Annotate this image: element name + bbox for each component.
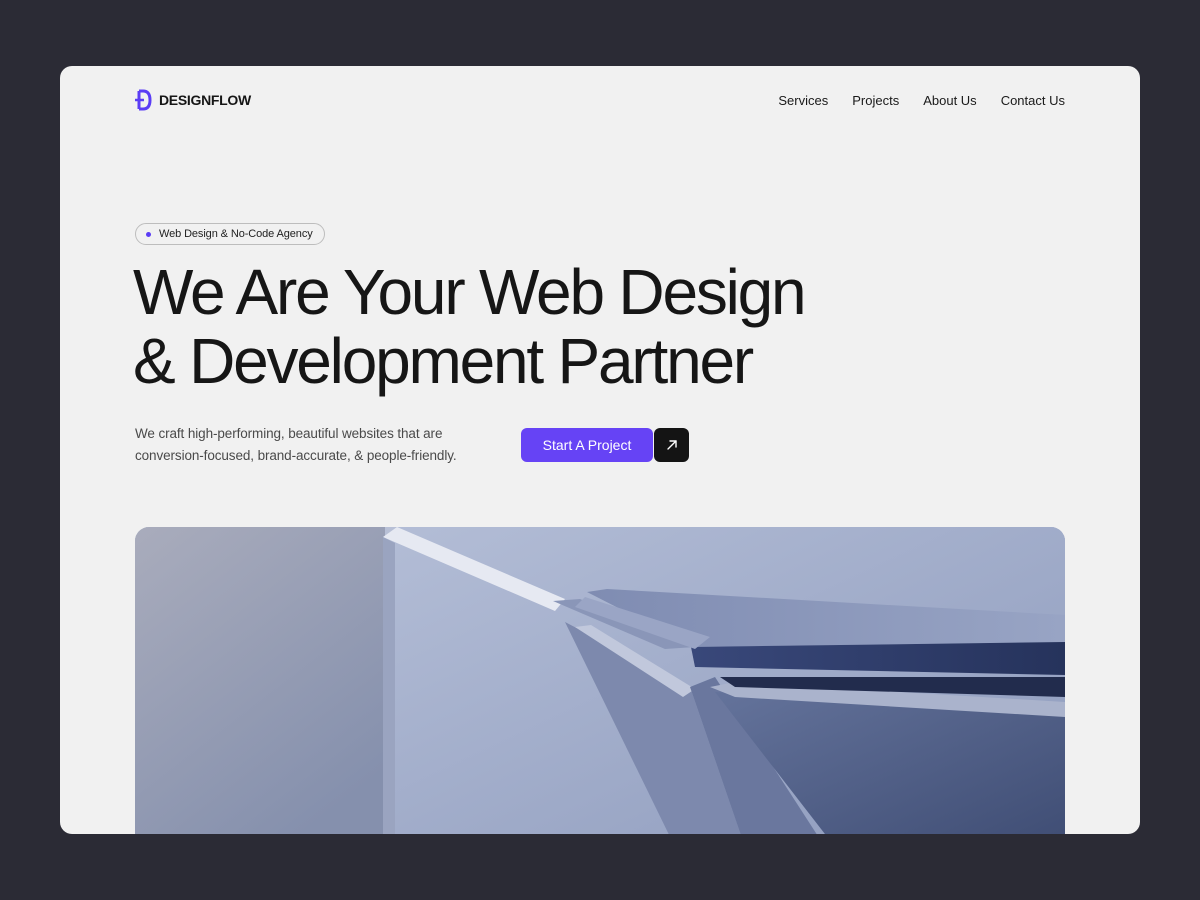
abstract-3d-render bbox=[135, 527, 1065, 834]
brand-name: DESIGNFLOW bbox=[159, 92, 251, 108]
designflow-d-logo-icon bbox=[135, 89, 152, 111]
landing-page-frame: DESIGNFLOW Services Projects About Us Co… bbox=[60, 66, 1140, 834]
hero-description: We craft high-performing, beautiful webs… bbox=[135, 423, 485, 467]
agency-badge: Web Design & No-Code Agency bbox=[135, 223, 325, 245]
arrow-up-right-icon bbox=[666, 440, 677, 450]
nav-item-projects[interactable]: Projects bbox=[852, 93, 899, 109]
hero-headline-line-1: We Are Your Web Design bbox=[133, 256, 807, 328]
hero-3d-image bbox=[135, 527, 1065, 834]
start-project-button[interactable]: Start A Project bbox=[521, 428, 653, 462]
main-navigation: Services Projects About Us Contact Us bbox=[778, 93, 1065, 109]
cta-group: Start A Project bbox=[521, 428, 689, 462]
nav-item-services[interactable]: Services bbox=[778, 93, 828, 109]
hero-description-line-1: We craft high-performing, beautiful webs… bbox=[135, 426, 443, 441]
badge-label: Web Design & No-Code Agency bbox=[159, 228, 313, 240]
hero-headline: We Are Your Web Design & Development Par… bbox=[133, 258, 953, 396]
brand-logo[interactable]: DESIGNFLOW bbox=[135, 88, 251, 112]
nav-item-about-us[interactable]: About Us bbox=[923, 93, 976, 109]
hero-headline-line-2: & Development Partner bbox=[133, 325, 754, 397]
hero-description-line-2: conversion-focused, brand-accurate, & pe… bbox=[135, 448, 457, 463]
nav-item-contact-us[interactable]: Contact Us bbox=[1001, 93, 1065, 109]
badge-dot-icon bbox=[146, 231, 151, 237]
start-project-arrow-button[interactable] bbox=[654, 428, 689, 462]
